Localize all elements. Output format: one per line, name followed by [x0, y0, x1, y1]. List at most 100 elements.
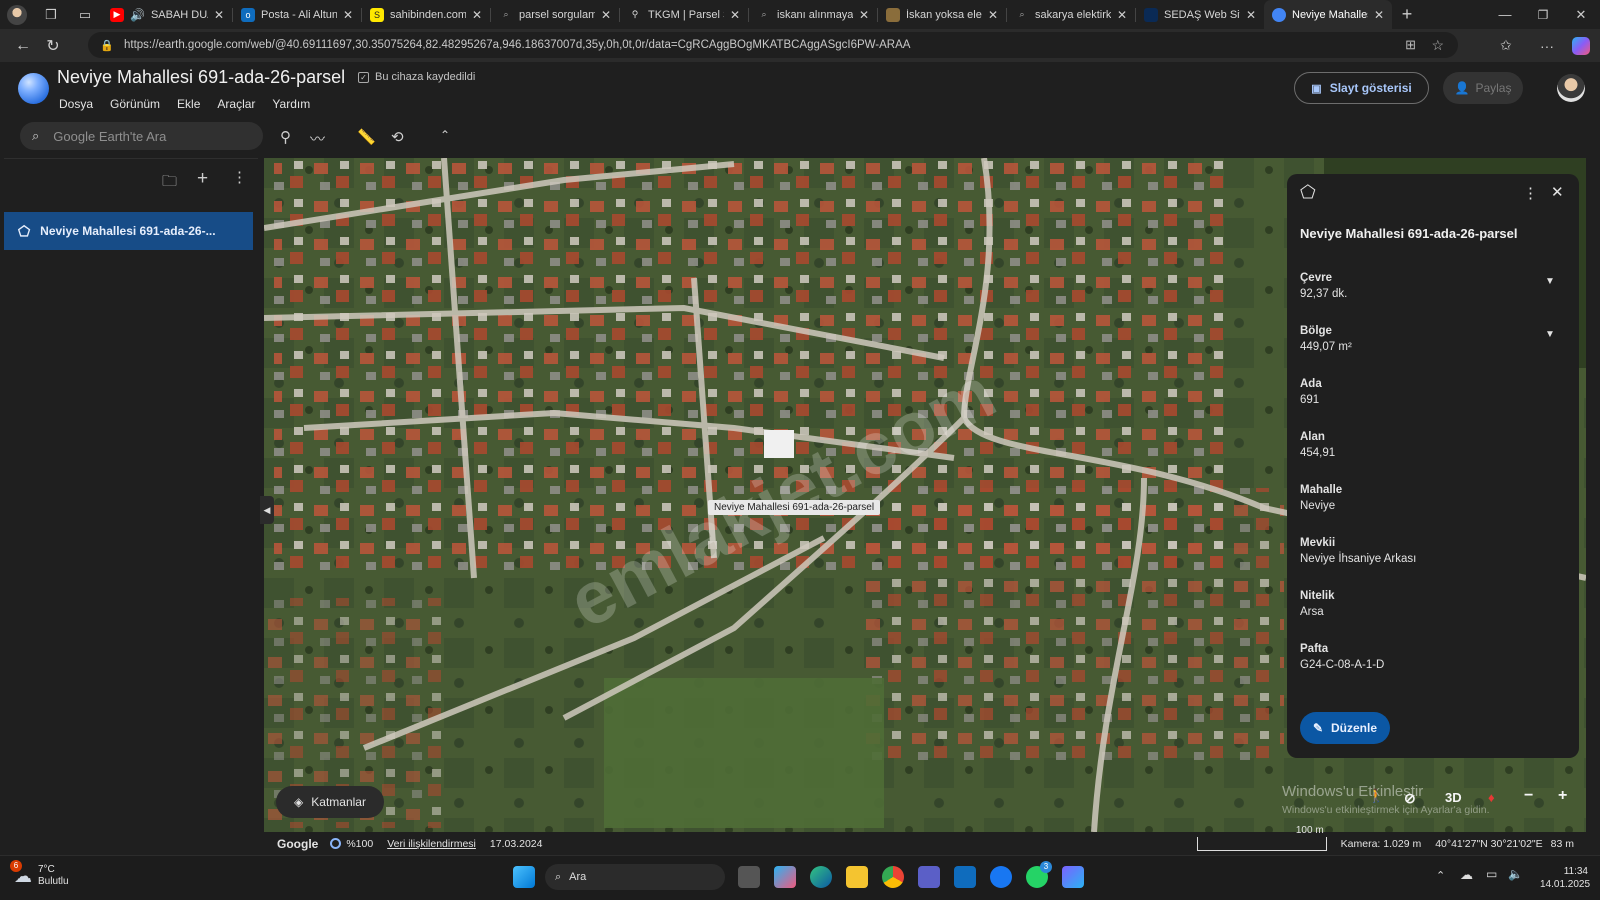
url-field[interactable]: 🔒 https://earth.google.com/web/@40.69111…: [88, 32, 1458, 58]
app-icon[interactable]: [1062, 866, 1084, 888]
menu-view[interactable]: Görünüm: [110, 97, 160, 111]
chrome-icon[interactable]: [882, 866, 904, 888]
outlook-app-icon[interactable]: [954, 866, 976, 888]
tab-4[interactable]: ⚲ TKGM | Parsel Sor ✕: [620, 0, 748, 29]
collapse-sidebar-icon[interactable]: ◀: [260, 496, 274, 524]
teams-icon[interactable]: [918, 866, 940, 888]
close-tab-icon[interactable]: ✕: [214, 8, 224, 22]
layers-button[interactable]: ◈ Katmanlar: [276, 786, 384, 818]
street-view-icon[interactable]: 🚶: [1368, 788, 1384, 804]
weather-widget[interactable]: ☁ 6 7°C Bulutlu: [10, 859, 69, 888]
menu-help[interactable]: Yardım: [272, 97, 310, 111]
refresh-icon[interactable]: ↻: [38, 32, 68, 60]
compass-icon[interactable]: ♦: [1488, 790, 1495, 805]
site-icon: [886, 7, 900, 22]
close-tab-icon[interactable]: ✕: [343, 8, 353, 22]
copilot-icon[interactable]: [1572, 36, 1590, 55]
data-attribution-link[interactable]: Veri ilişkilendirmesi: [387, 838, 476, 850]
task-view-icon[interactable]: [738, 866, 760, 888]
new-folder-icon[interactable]: 🗀: [162, 171, 177, 196]
close-icon[interactable]: ✕: [1551, 183, 1564, 201]
close-tab-icon[interactable]: ✕: [988, 8, 998, 22]
zoom-in-icon[interactable]: +: [1558, 787, 1567, 805]
add-icon[interactable]: +: [197, 168, 208, 190]
toggle-3d-button[interactable]: 3D: [1445, 790, 1462, 805]
menu-tools[interactable]: Araçlar: [217, 97, 255, 111]
whatsapp-icon[interactable]: 3: [1026, 861, 1052, 888]
more-vert-icon[interactable]: ⋮: [1523, 184, 1538, 202]
lock-icon[interactable]: 🔒: [100, 39, 114, 52]
favorite-star-icon[interactable]: ☆: [1431, 37, 1444, 54]
speaker-icon[interactable]: 🔊: [130, 8, 145, 22]
ruler-icon[interactable]: 📏: [357, 128, 376, 146]
profile-avatar[interactable]: [0, 0, 34, 29]
close-window-icon[interactable]: ✕: [1562, 7, 1600, 23]
close-tab-icon[interactable]: ✕: [1246, 8, 1256, 22]
tab-1[interactable]: o Posta - Ali Altun - ✕: [233, 0, 361, 29]
tab-9-active[interactable]: Neviye Mahallesi ✕: [1264, 0, 1392, 29]
close-tab-icon[interactable]: ✕: [1117, 8, 1127, 22]
account-avatar[interactable]: [1557, 74, 1585, 102]
tab-6[interactable]: İskan yoksa elekt ✕: [878, 0, 1006, 29]
expand-area-icon[interactable]: ▼: [1545, 329, 1555, 340]
draw-path-icon[interactable]: 〰: [310, 128, 325, 149]
sidebar-item-parcel[interactable]: ⬠ Neviye Mahallesi 691-ada-26-...: [4, 212, 253, 250]
toggle-3d-icon[interactable]: ⊘: [1404, 790, 1416, 807]
tab-8[interactable]: SEDAŞ Web Sitesi ✕: [1136, 0, 1264, 29]
close-tab-icon[interactable]: ✕: [601, 8, 611, 22]
placemark-label[interactable]: Neviye Mahallesi 691-ada-26-parsel: [708, 500, 881, 515]
feature-info-panel: ⬠ ⋮ ✕ Neviye Mahallesi 691-ada-26-parsel…: [1287, 174, 1579, 758]
tab-actions-icon[interactable]: ▭: [68, 7, 102, 23]
taskbar-search[interactable]: ⌕ Ara: [545, 864, 725, 890]
edge-icon[interactable]: [810, 866, 832, 888]
minimize-icon[interactable]: —: [1486, 7, 1524, 22]
facebook-icon[interactable]: [990, 866, 1012, 888]
edit-button[interactable]: ✎ Düzenle: [1300, 712, 1390, 744]
tray-overflow-icon[interactable]: ⌃: [1436, 869, 1445, 882]
app-available-icon[interactable]: ⊞: [1405, 37, 1416, 53]
close-tab-icon[interactable]: ✕: [859, 8, 869, 22]
more-menu-icon[interactable]: ···: [1540, 38, 1554, 54]
project-title[interactable]: Neviye Mahallesi 691-ada-26-parsel: [57, 67, 345, 88]
field-mevkii: Mevkii Neviye İhsaniye Arkası: [1300, 535, 1416, 567]
back-icon[interactable]: ←: [8, 32, 38, 60]
expand-perimeter-icon[interactable]: ▼: [1545, 276, 1555, 287]
favorites-icon[interactable]: ✩: [1500, 37, 1512, 54]
network-icon[interactable]: ▭: [1486, 867, 1497, 881]
search-input[interactable]: ⌕ Google Earth'te Ara: [20, 122, 263, 150]
search-icon: ⌕: [761, 9, 767, 19]
copilot-app-icon[interactable]: [774, 866, 796, 888]
tab-0[interactable]: ▶ 🔊 SABAH DUAS ✕: [102, 0, 232, 29]
close-tab-icon[interactable]: ✕: [730, 8, 740, 22]
volume-icon[interactable]: 🔈: [1508, 867, 1523, 881]
new-tab-icon[interactable]: +: [1392, 4, 1422, 25]
onedrive-icon[interactable]: ☁: [1460, 867, 1473, 883]
share-button[interactable]: 👤 Paylaş: [1443, 72, 1523, 104]
windows-taskbar: [0, 855, 1600, 900]
add-person-icon: 👤: [1454, 81, 1470, 95]
tab-7[interactable]: ⌕ sakarya elektirk ile ✕: [1007, 0, 1135, 29]
menu-add[interactable]: Ekle: [177, 97, 200, 111]
historical-imagery-icon[interactable]: ⟲: [391, 128, 404, 146]
zoom-out-icon[interactable]: −: [1524, 787, 1533, 805]
menu-file[interactable]: Dosya: [59, 97, 93, 111]
close-tab-icon[interactable]: ✕: [472, 8, 482, 22]
field-value: Arsa: [1300, 606, 1324, 618]
add-placemark-icon[interactable]: ⚲: [280, 128, 291, 146]
field-value: 449,07 m²: [1300, 341, 1352, 353]
clock[interactable]: 11:34 14.01.2025: [1540, 865, 1590, 891]
ground-elevation: 83 m: [1550, 837, 1574, 850]
more-vert-icon[interactable]: ⋮: [232, 168, 247, 186]
tab-3[interactable]: ⌕ parsel sorgulama ✕: [491, 0, 619, 29]
restore-icon[interactable]: ❐: [1524, 8, 1562, 22]
google-earth-logo-icon[interactable]: [18, 73, 49, 104]
tab-2[interactable]: S sahibinden.com - ✕: [362, 0, 490, 29]
start-icon[interactable]: [513, 866, 535, 888]
tab-label: İskan yoksa elekt: [906, 8, 982, 21]
close-tab-icon[interactable]: ✕: [1374, 8, 1384, 22]
collapse-toolbar-icon[interactable]: ⌃: [440, 128, 450, 142]
slideshow-button[interactable]: ▣ Slayt gösterisi: [1294, 72, 1429, 104]
file-explorer-icon[interactable]: [846, 866, 868, 888]
tab-5[interactable]: ⌕ iskanı alınmayan y ✕: [749, 0, 877, 29]
workspaces-icon[interactable]: ❒: [34, 7, 68, 23]
